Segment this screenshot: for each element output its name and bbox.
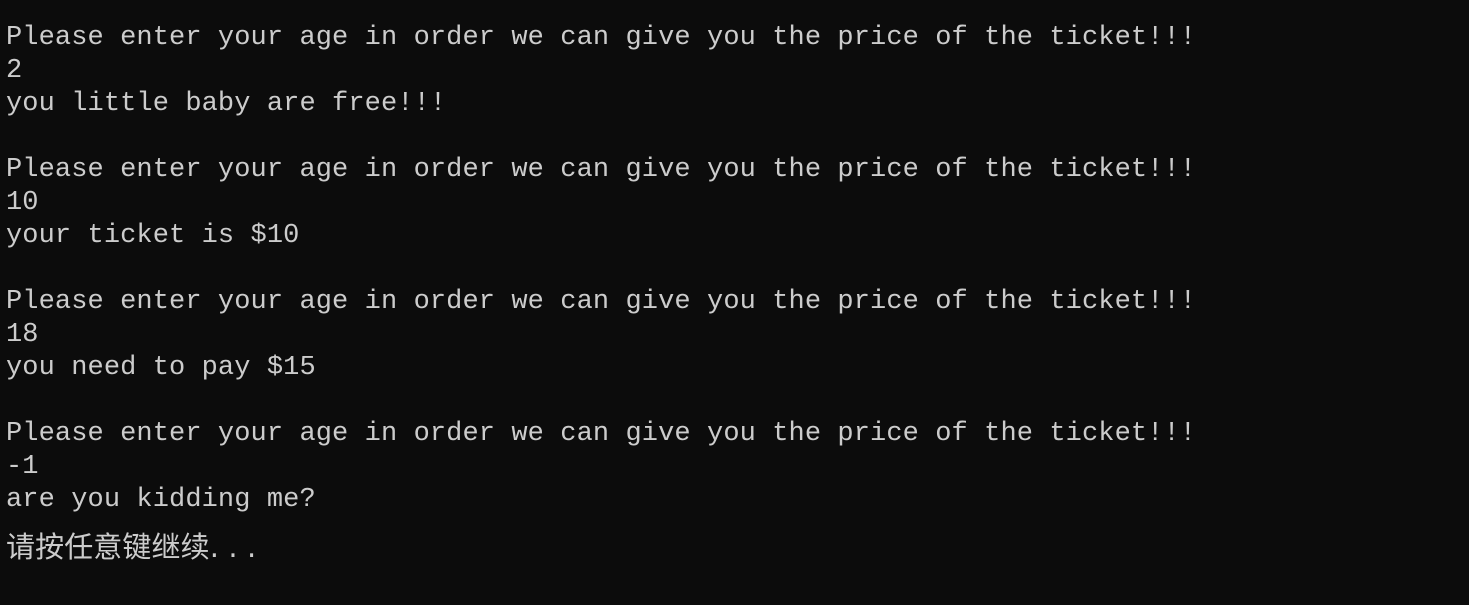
user-input-line: 10 xyxy=(6,188,39,218)
output-line: you need to pay $15 xyxy=(6,353,316,383)
user-input-line: -1 xyxy=(6,452,39,482)
press-any-key-prompt: 请按任意键继续. . . xyxy=(6,530,257,564)
prompt-line: Please enter your age in order we can gi… xyxy=(6,23,1197,53)
prompt-line: Please enter your age in order we can gi… xyxy=(6,155,1197,185)
prompt-line: Please enter your age in order we can gi… xyxy=(6,419,1197,449)
user-input-line: 18 xyxy=(6,320,39,350)
user-input-line: 2 xyxy=(6,56,23,86)
output-line: are you kidding me? xyxy=(6,485,316,515)
output-line: your ticket is $10 xyxy=(6,221,300,251)
console-window[interactable]: Please enter your age in order we can gi… xyxy=(0,0,1469,605)
prompt-line: Please enter your age in order we can gi… xyxy=(6,287,1197,317)
output-line: you little baby are free!!! xyxy=(6,89,447,119)
